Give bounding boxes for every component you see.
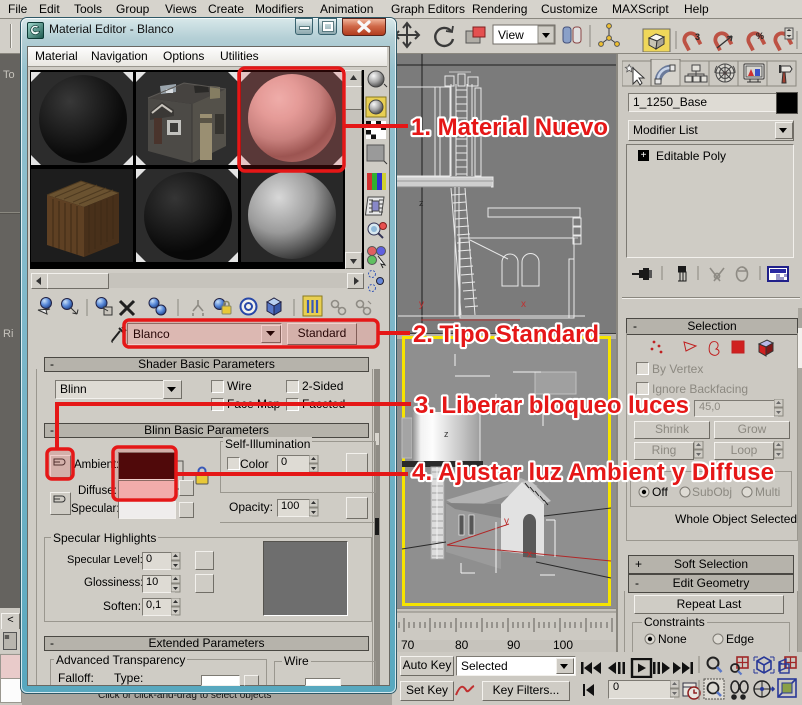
svg-text:z: z [419, 198, 424, 208]
svg-text:x: x [521, 299, 526, 310]
svg-text:70: 70 [401, 638, 415, 652]
svg-text:90: 90 [507, 638, 521, 652]
svg-text:3: 3 [695, 32, 700, 42]
svg-text:100: 100 [553, 638, 573, 652]
svg-text:%: % [756, 31, 764, 41]
svg-text:x: x [527, 549, 532, 560]
svg-text:y: y [504, 516, 509, 527]
svg-text:View: View [498, 28, 524, 42]
svg-text:y: y [419, 299, 424, 310]
svg-text:80: 80 [455, 638, 469, 652]
svg-text:z: z [444, 429, 449, 439]
